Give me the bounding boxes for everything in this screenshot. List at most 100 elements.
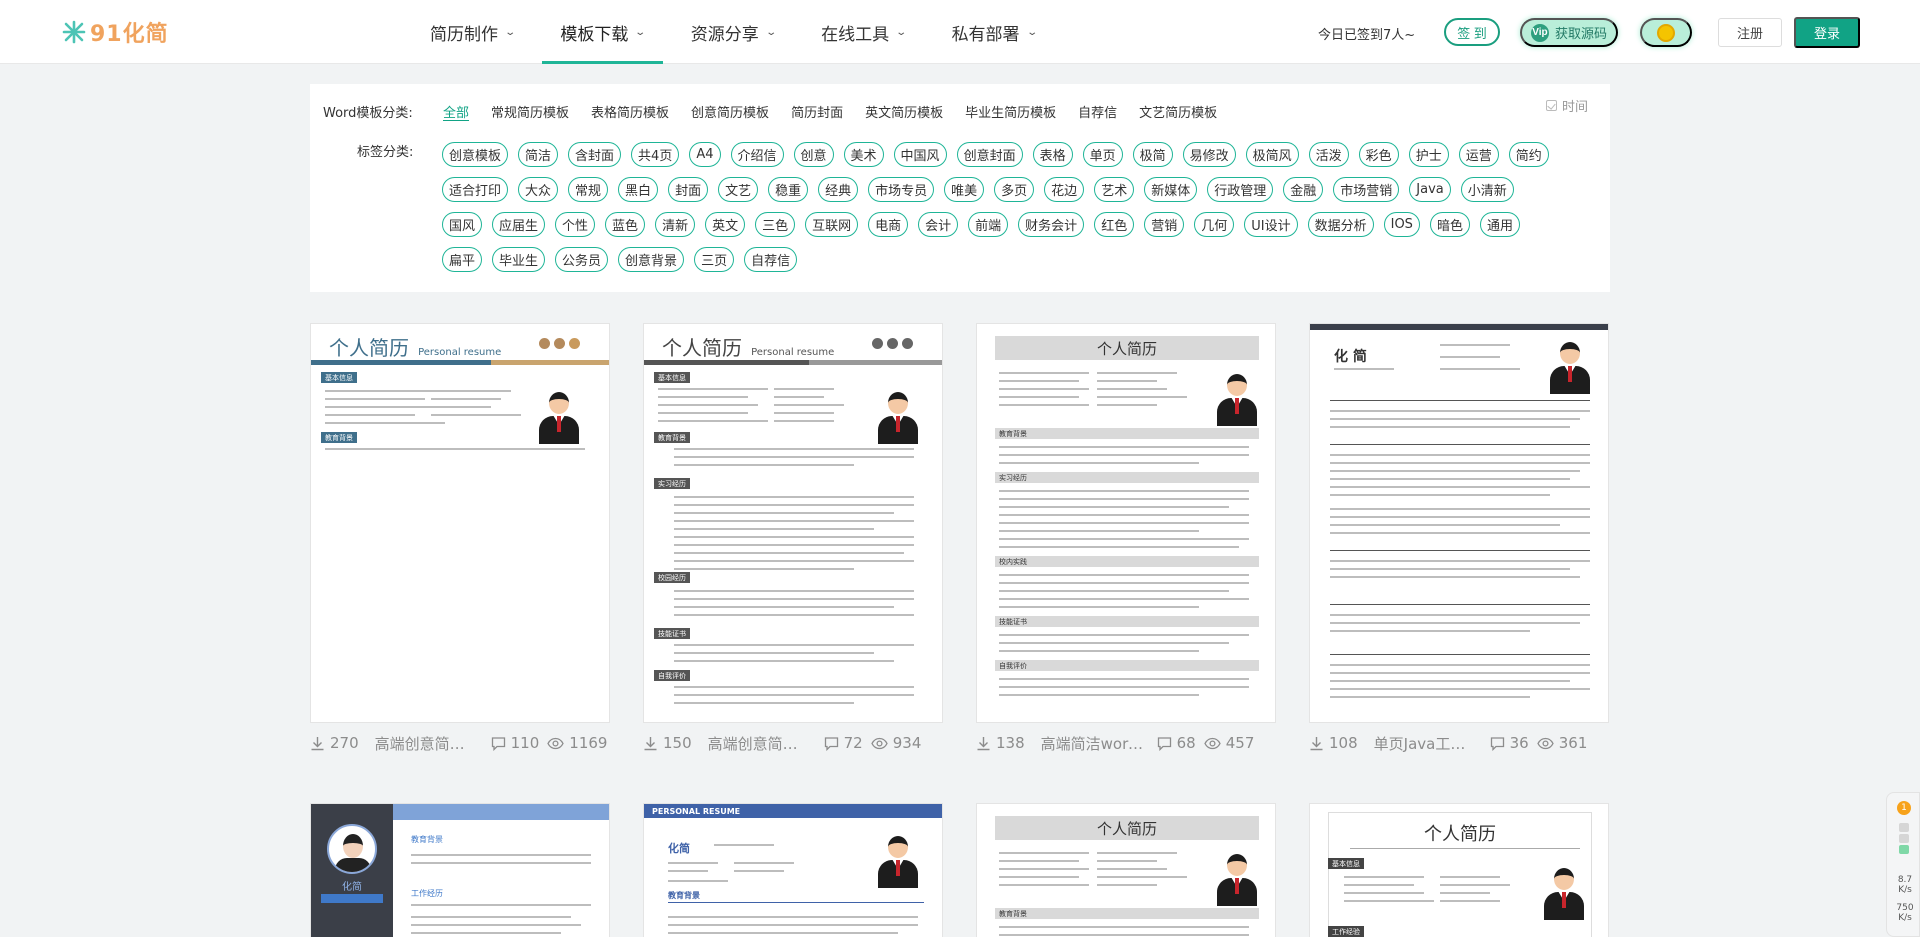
- template-card[interactable]: 个人简历 基本信息 工作经验: [1309, 803, 1609, 937]
- tag-item[interactable]: 黑白: [618, 177, 659, 202]
- network-speed-widget[interactable]: 1 8.7 K/s 750 K/s: [1886, 792, 1920, 937]
- tag-item[interactable]: 新媒体: [1144, 177, 1198, 202]
- tag-item[interactable]: 介绍信: [730, 142, 784, 167]
- tag-item[interactable]: 个性: [555, 212, 596, 237]
- tag-item[interactable]: 经典: [818, 177, 859, 202]
- tag-item[interactable]: 创意模板: [442, 142, 509, 167]
- tag-item[interactable]: 电商: [868, 212, 909, 237]
- tag-item[interactable]: 护士: [1408, 142, 1449, 167]
- tag-item[interactable]: 创意: [793, 142, 834, 167]
- tag-item[interactable]: 暗色: [1429, 212, 1470, 237]
- tag-item[interactable]: 含封面: [568, 142, 622, 167]
- tag-item[interactable]: 彩色: [1358, 142, 1399, 167]
- tag-item[interactable]: 扁平: [442, 247, 483, 272]
- word-category-item[interactable]: 创意简历模板: [691, 102, 769, 121]
- template-thumbnail[interactable]: 个人简历 Personal resume 基本信息 教育背景 实习经历 校园经历…: [643, 323, 943, 723]
- tag-item[interactable]: 红色: [1094, 212, 1135, 237]
- tag-item[interactable]: 市场专员: [868, 177, 935, 202]
- tag-item[interactable]: 极简风: [1245, 142, 1299, 167]
- card-title[interactable]: 高端创意简历模板: [375, 733, 479, 754]
- get-source-button[interactable]: Vip 获取源码: [1520, 18, 1618, 47]
- template-thumbnail[interactable]: PERSONAL RESUME 化简 教育背景: [643, 803, 943, 937]
- tag-item[interactable]: 公务员: [555, 247, 609, 272]
- word-category-item[interactable]: 英文简历模板: [865, 102, 943, 121]
- coin-button[interactable]: [1640, 18, 1692, 47]
- word-category-item[interactable]: 常规简历模板: [491, 102, 569, 121]
- template-card[interactable]: 个人简历 教育背景: [976, 803, 1276, 937]
- template-card[interactable]: 化简 教育背景 工作经历: [310, 803, 610, 937]
- tag-item[interactable]: 简洁: [518, 142, 559, 167]
- template-thumbnail[interactable]: 化 简: [1309, 323, 1609, 723]
- tag-item[interactable]: 英文: [705, 212, 746, 237]
- template-thumbnail[interactable]: 个人简历 教育背景: [976, 803, 1276, 937]
- sign-in-button[interactable]: 签 到: [1444, 18, 1500, 46]
- tag-item[interactable]: 艺术: [1094, 177, 1135, 202]
- tag-item[interactable]: 适合打印: [442, 177, 509, 202]
- tag-item[interactable]: 自荐信: [744, 247, 798, 272]
- tag-item[interactable]: 创意封面: [956, 142, 1023, 167]
- tag-item[interactable]: 极简: [1132, 142, 1173, 167]
- tag-item[interactable]: 简约: [1508, 142, 1549, 167]
- tag-item[interactable]: 营销: [1144, 212, 1185, 237]
- word-category-item[interactable]: 简历封面: [791, 102, 843, 121]
- nav-item-template-download[interactable]: 模板下载 ⌄: [542, 0, 664, 64]
- template-thumbnail[interactable]: 个人简历 Personal resume 基本信息 教育背景: [310, 323, 610, 723]
- tag-item[interactable]: 几何: [1194, 212, 1235, 237]
- tag-item[interactable]: 应届生: [492, 212, 546, 237]
- tag-item[interactable]: 活泼: [1308, 142, 1349, 167]
- tag-item[interactable]: 稳重: [768, 177, 809, 202]
- tag-item[interactable]: 金融: [1283, 177, 1324, 202]
- tag-item[interactable]: 表格: [1032, 142, 1073, 167]
- tag-item[interactable]: 国风: [442, 212, 483, 237]
- tag-item[interactable]: 运营: [1458, 142, 1499, 167]
- tag-item[interactable]: 市场营销: [1333, 177, 1400, 202]
- tag-item[interactable]: 花边: [1044, 177, 1085, 202]
- word-category-item[interactable]: 文艺简历模板: [1139, 102, 1217, 121]
- tag-item[interactable]: IOS: [1383, 212, 1420, 237]
- template-thumbnail[interactable]: 化简 教育背景 工作经历: [310, 803, 610, 937]
- tag-item[interactable]: 通用: [1479, 212, 1520, 237]
- card-title[interactable]: 高端创意简历模板: [708, 733, 812, 754]
- card-title[interactable]: 高端简洁word简历模板: [1041, 733, 1145, 754]
- tag-item[interactable]: 蓝色: [605, 212, 646, 237]
- tag-item[interactable]: 唯美: [944, 177, 985, 202]
- template-card[interactable]: 化 简 108 单页Java工程师简历模板 36 361: [1309, 323, 1609, 753]
- nav-item-private-deploy[interactable]: 私有部署 ⌄: [934, 0, 1054, 64]
- tag-item[interactable]: 三页: [694, 247, 735, 272]
- tag-item[interactable]: 共4页: [631, 142, 680, 167]
- nav-item-resource-share[interactable]: 资源分享 ⌄: [673, 0, 793, 64]
- sort-by-time[interactable]: 时间: [1546, 96, 1588, 115]
- word-category-item[interactable]: 自荐信: [1078, 102, 1117, 121]
- tag-item[interactable]: 前端: [968, 212, 1009, 237]
- nav-item-online-tools[interactable]: 在线工具 ⌄: [803, 0, 923, 64]
- tag-item[interactable]: 财务会计: [1018, 212, 1085, 237]
- template-card[interactable]: 个人简历 教育背景 实习经历 校内实践 技能证书 自我评价 138 高端简洁wo…: [976, 323, 1276, 753]
- tag-item[interactable]: 数据分析: [1307, 212, 1374, 237]
- template-card[interactable]: PERSONAL RESUME 化简 教育背景: [643, 803, 943, 937]
- template-card[interactable]: 个人简历 Personal resume 基本信息 教育背景 实习经历 校园经历…: [643, 323, 943, 753]
- tag-item[interactable]: 文艺: [718, 177, 759, 202]
- tag-item[interactable]: 清新: [655, 212, 696, 237]
- template-card[interactable]: 个人简历 Personal resume 基本信息 教育背景 270 高端创意简…: [310, 323, 610, 753]
- tag-item[interactable]: A4: [689, 142, 721, 167]
- template-thumbnail[interactable]: 个人简历 基本信息 工作经验: [1309, 803, 1609, 937]
- login-button[interactable]: 登录: [1794, 17, 1860, 48]
- word-category-item[interactable]: 表格简历模板: [591, 102, 669, 121]
- template-thumbnail[interactable]: 个人简历 教育背景 实习经历 校内实践 技能证书 自我评价: [976, 323, 1276, 723]
- tag-item[interactable]: 毕业生: [492, 247, 546, 272]
- tag-item[interactable]: 常规: [568, 177, 609, 202]
- tag-item[interactable]: 行政管理: [1207, 177, 1274, 202]
- tag-item[interactable]: 多页: [994, 177, 1035, 202]
- word-category-item[interactable]: 全部: [443, 102, 469, 121]
- nav-item-resume-make[interactable]: 简历制作 ⌄: [412, 0, 532, 64]
- tag-item[interactable]: Java: [1409, 177, 1451, 202]
- tag-item[interactable]: 中国风: [893, 142, 947, 167]
- tag-item[interactable]: 美术: [843, 142, 884, 167]
- tag-item[interactable]: 会计: [918, 212, 959, 237]
- tag-item[interactable]: 封面: [668, 177, 709, 202]
- register-button[interactable]: 注册: [1718, 18, 1782, 47]
- tag-item[interactable]: UI设计: [1244, 212, 1298, 237]
- tag-item[interactable]: 小清新: [1460, 177, 1514, 202]
- tag-item[interactable]: 互联网: [805, 212, 859, 237]
- tag-item[interactable]: 易修改: [1182, 142, 1236, 167]
